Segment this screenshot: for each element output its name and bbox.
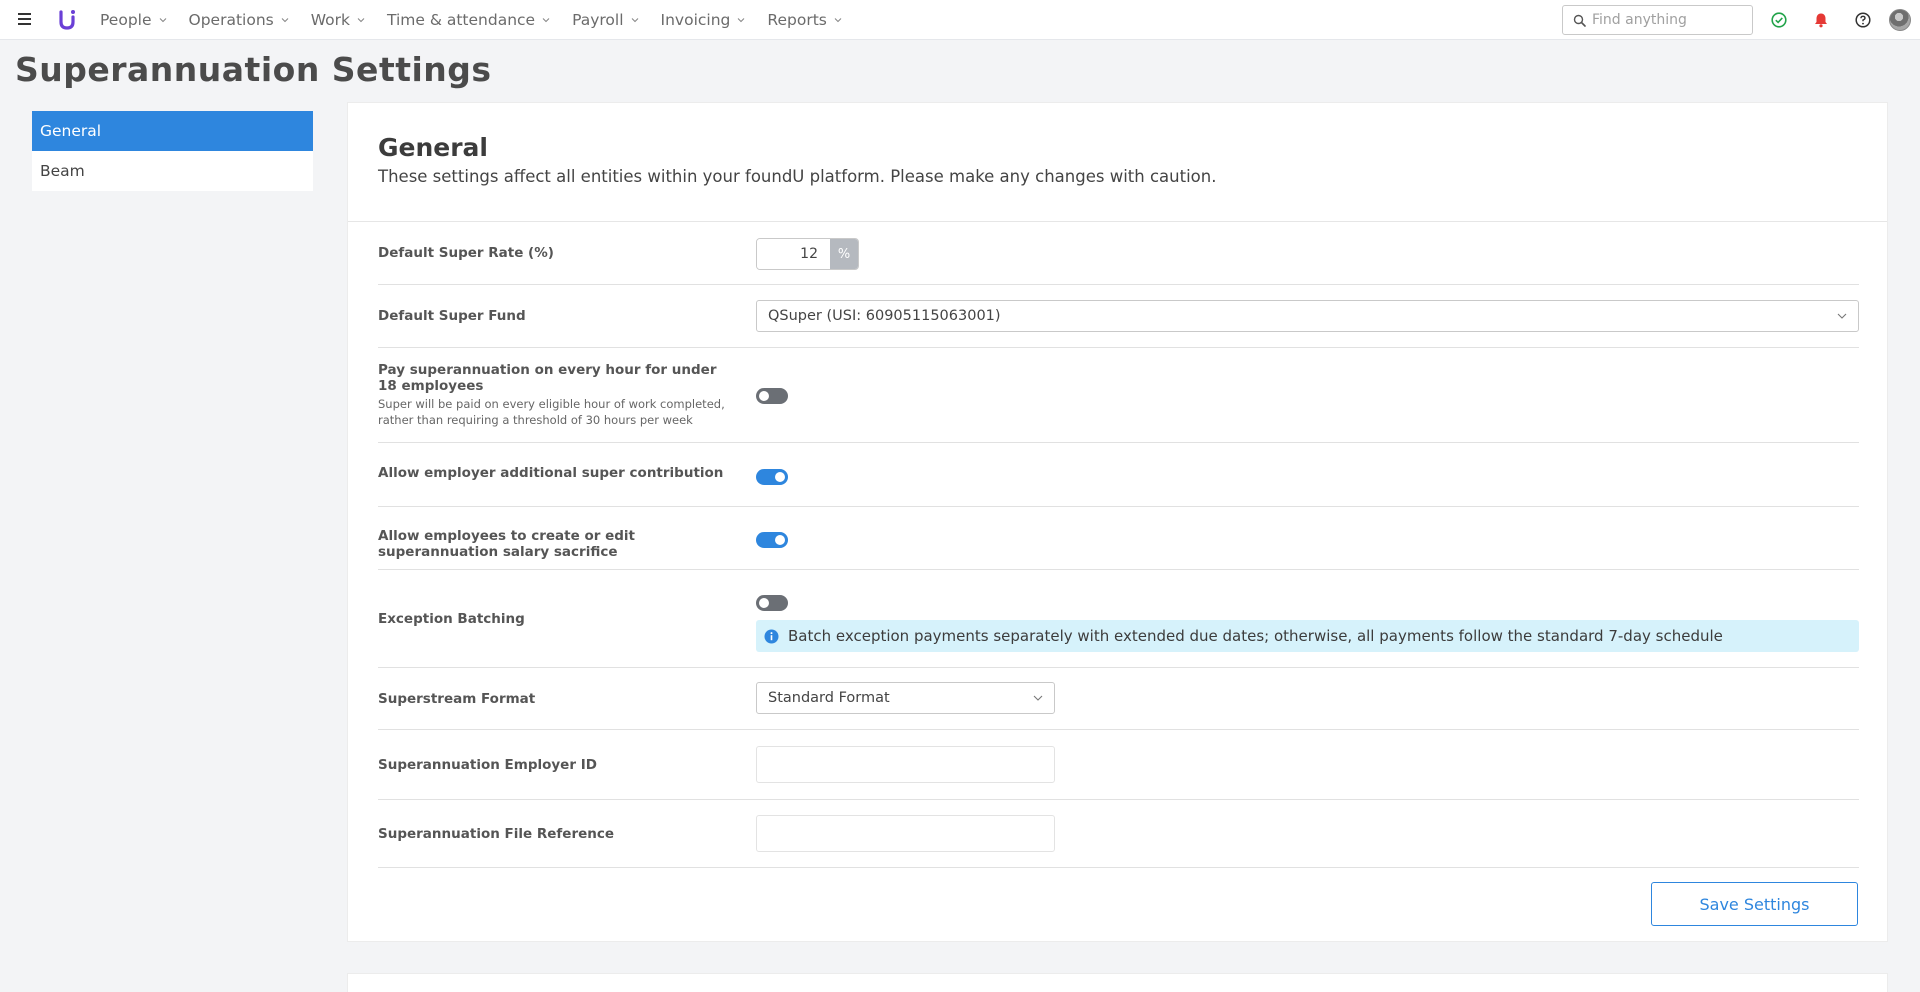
default-super-fund-label: Default Super Fund xyxy=(378,308,526,324)
percent-addon: % xyxy=(830,239,858,269)
nav-time-attendance[interactable]: Time & attendance xyxy=(387,11,550,29)
employer-additional-row: Allow employer additional super contribu… xyxy=(378,443,1859,507)
superstream-format-row: Superstream Format Standard Format xyxy=(378,668,1859,730)
nav-time-attendance-label: Time & attendance xyxy=(386,11,536,29)
exception-batching-row: Exception Batching Batch exception payme… xyxy=(378,570,1859,668)
salary-sacrifice-label: Allow employees to create or edit supera… xyxy=(378,528,635,560)
nav-payroll-label: Payroll xyxy=(572,11,624,29)
superstream-format-label: Superstream Format xyxy=(378,691,536,707)
under-18-row: Pay superannuation on every hour for und… xyxy=(378,348,1859,443)
default-super-fund-select[interactable]: QSuper (USI: 60905115063001) xyxy=(756,300,1859,332)
help-icon[interactable] xyxy=(1854,11,1872,29)
exception-batching-info-text: Batch exception payments separately with… xyxy=(788,627,1723,645)
status-check-icon[interactable] xyxy=(1770,11,1788,29)
nav-work[interactable]: Work xyxy=(311,11,365,29)
menu-icon[interactable] xyxy=(18,13,31,25)
under-18-toggle[interactable] xyxy=(756,388,788,404)
side-item-beam[interactable]: Beam xyxy=(32,151,313,191)
section-description: These settings affect all entities withi… xyxy=(378,167,1217,186)
nav-operations[interactable]: Operations xyxy=(189,11,289,29)
under-18-label-text: Pay superannuation on every hour for und… xyxy=(378,362,717,394)
exception-batching-toggle[interactable] xyxy=(756,595,788,611)
file-reference-row: Superannuation File Reference xyxy=(378,800,1859,868)
chevron-down-icon xyxy=(281,18,289,23)
default-super-rate-field: % xyxy=(756,238,859,270)
nav-operations-label: Operations xyxy=(188,11,274,29)
notification-bell-icon[interactable] xyxy=(1812,11,1830,29)
file-reference-label: Superannuation File Reference xyxy=(378,826,615,842)
exception-batching-info: Batch exception payments separately with… xyxy=(756,620,1859,652)
superstream-format-value: Standard Format xyxy=(768,690,890,706)
superstream-format-select[interactable]: Standard Format xyxy=(756,682,1055,714)
exception-batching-label: Exception Batching xyxy=(378,611,525,627)
nav-people[interactable]: People xyxy=(100,11,167,29)
page-title: Superannuation Settings xyxy=(15,50,492,89)
nav-reports-label: Reports xyxy=(767,11,827,29)
beam-settings-panel xyxy=(347,973,1888,992)
nav-invoicing-label: Invoicing xyxy=(660,11,731,29)
avatar[interactable] xyxy=(1889,9,1911,31)
logo-icon[interactable] xyxy=(58,8,76,30)
chevron-down-icon xyxy=(738,18,745,23)
default-super-fund-value: QSuper (USI: 60905115063001) xyxy=(768,308,1001,324)
main-nav: People Operations Work Time & attendance… xyxy=(100,0,864,40)
default-super-rate-input[interactable] xyxy=(757,239,830,269)
search-input[interactable] xyxy=(1592,12,1742,28)
info-icon xyxy=(764,629,779,643)
salary-sacrifice-row: Allow employees to create or edit supera… xyxy=(378,507,1859,570)
chevron-down-icon xyxy=(542,18,550,23)
top-navigation-bar: People Operations Work Time & attendance… xyxy=(0,0,1920,40)
under-18-label: Pay superannuation on every hour for und… xyxy=(378,362,728,428)
chevron-down-icon xyxy=(159,18,166,23)
general-settings-panel: General These settings affect all entiti… xyxy=(347,102,1888,942)
employer-additional-toggle[interactable] xyxy=(756,469,788,485)
chevron-down-icon xyxy=(357,18,365,23)
nav-invoicing[interactable]: Invoicing xyxy=(661,11,746,29)
chevron-down-icon xyxy=(834,18,842,23)
nav-payroll[interactable]: Payroll xyxy=(572,11,638,29)
under-18-help-text: Super will be paid on every eligible hou… xyxy=(378,397,725,427)
panel-header: General These settings affect all entiti… xyxy=(348,103,1887,222)
default-super-fund-row: Default Super Fund QSuper (USI: 60905115… xyxy=(378,285,1859,348)
chevron-down-icon xyxy=(631,18,638,23)
file-reference-input[interactable] xyxy=(756,815,1055,852)
salary-sacrifice-toggle[interactable] xyxy=(756,532,788,548)
employer-additional-label: Allow employer additional super contribu… xyxy=(378,465,724,481)
nav-people-label: People xyxy=(100,11,152,29)
chevron-down-icon xyxy=(1033,695,1043,701)
section-title: General xyxy=(378,133,488,162)
default-super-rate-row: Default Super Rate (%) % xyxy=(378,223,1859,285)
settings-side-menu: General Beam xyxy=(32,111,313,191)
nav-work-label: Work xyxy=(310,11,350,29)
global-search[interactable] xyxy=(1562,5,1753,35)
side-item-general[interactable]: General xyxy=(32,111,313,151)
employer-id-input[interactable] xyxy=(756,746,1055,783)
save-settings-button[interactable]: Save Settings xyxy=(1651,882,1858,926)
employer-id-row: Superannuation Employer ID xyxy=(378,730,1859,800)
search-icon xyxy=(1573,14,1586,27)
employer-id-label: Superannuation Employer ID xyxy=(378,757,597,773)
default-super-rate-label: Default Super Rate (%) xyxy=(378,245,554,261)
chevron-down-icon xyxy=(1837,313,1847,319)
nav-reports[interactable]: Reports xyxy=(767,11,842,29)
